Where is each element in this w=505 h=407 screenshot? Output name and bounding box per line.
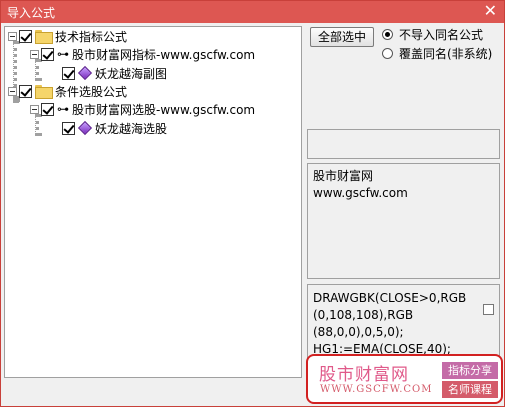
- watermark-tag: 指标分享: [442, 362, 498, 379]
- formula-info-panel: 股市财富网 www.gscfw.com: [307, 163, 500, 279]
- title-bar: 导入公式 ✕: [1, 1, 504, 23]
- radio-button[interactable]: [382, 47, 393, 59]
- checkbox[interactable]: [19, 29, 32, 43]
- collapse-toggle-icon[interactable]: [8, 31, 17, 41]
- close-icon[interactable]: ✕: [484, 2, 497, 20]
- radio-no-import[interactable]: 不导入同名公式: [382, 26, 483, 42]
- folder-icon: [35, 30, 53, 44]
- tree-node-gscfw-screening[interactable]: ⊶ 股市财富网选股-www.gscfw.com: [30, 100, 255, 118]
- formula-gem-icon: [77, 120, 93, 136]
- watermark-tag: 名师课程: [442, 381, 498, 398]
- info-line: 股市财富网: [313, 169, 374, 183]
- key-icon: ⊶: [57, 102, 69, 116]
- radio-label: 不导入同名公式: [399, 27, 484, 42]
- blank-panel: [307, 129, 500, 159]
- code-line: (0,108,108),RGB: [313, 308, 414, 322]
- tree-node-gscfw-indicator[interactable]: ⊶ 股市财富网指标-www.gscfw.com: [30, 45, 255, 63]
- dialog-title: 导入公式: [7, 6, 56, 20]
- code-line: DRAWGBK(CLOSE>0,RGB: [313, 291, 467, 305]
- tree-node-label: 妖龙越海副图: [95, 66, 168, 81]
- tree-node-label: 条件选股公式: [55, 84, 128, 99]
- checkbox[interactable]: [41, 102, 54, 116]
- radio-overwrite[interactable]: 覆盖同名(非系统): [382, 45, 492, 61]
- tree-node-label: 股市财富网指标-www.gscfw.com: [72, 47, 256, 62]
- radio-label: 覆盖同名(非系统): [399, 46, 493, 61]
- tree-node-label: 股市财富网选股-www.gscfw.com: [72, 102, 256, 117]
- formula-gem-icon: [77, 65, 93, 81]
- formula-tree: 技术指标公式 ⊶ 股市财富网指标-www.gscfw.com 妖龙越海副图 条件…: [4, 26, 302, 378]
- watermark-logo: 股市财富网 WWW.GSCFW.COM 指标分享 名师课程: [306, 354, 503, 404]
- info-line: www.gscfw.com: [313, 186, 408, 200]
- key-icon: ⊶: [57, 47, 69, 61]
- checkbox[interactable]: [41, 47, 54, 61]
- collapse-toggle-icon[interactable]: [30, 49, 39, 59]
- watermark-url: WWW.GSCFW.COM: [320, 384, 433, 395]
- tree-node-yaolong-subchart[interactable]: 妖龙越海副图: [62, 64, 167, 82]
- code-panel-checkbox[interactable]: [483, 304, 494, 315]
- select-all-button[interactable]: 全部选中: [310, 27, 374, 47]
- tree-node-stock-screening[interactable]: 条件选股公式: [8, 82, 127, 100]
- collapse-toggle-icon[interactable]: [8, 86, 17, 96]
- tree-node-yaolong-screening[interactable]: 妖龙越海选股: [62, 119, 167, 137]
- watermark-title: 股市财富网: [319, 365, 409, 385]
- tree-node-label: 妖龙越海选股: [95, 121, 168, 136]
- import-formula-dialog: 导入公式 ✕ 技术指标公式 ⊶ 股市财富网指标-www.gscfw.com 妖龙…: [0, 0, 505, 407]
- checkbox[interactable]: [19, 84, 32, 98]
- tree-node-label: 技术指标公式: [55, 29, 128, 44]
- checkbox[interactable]: [62, 66, 75, 80]
- checkbox[interactable]: [62, 121, 75, 135]
- folder-icon: [35, 85, 53, 99]
- radio-button[interactable]: [382, 28, 393, 40]
- code-line: (88,0,0),0,5,0);: [313, 325, 404, 339]
- collapse-toggle-icon[interactable]: [30, 104, 39, 114]
- tree-node-tech-indicators[interactable]: 技术指标公式: [8, 27, 127, 45]
